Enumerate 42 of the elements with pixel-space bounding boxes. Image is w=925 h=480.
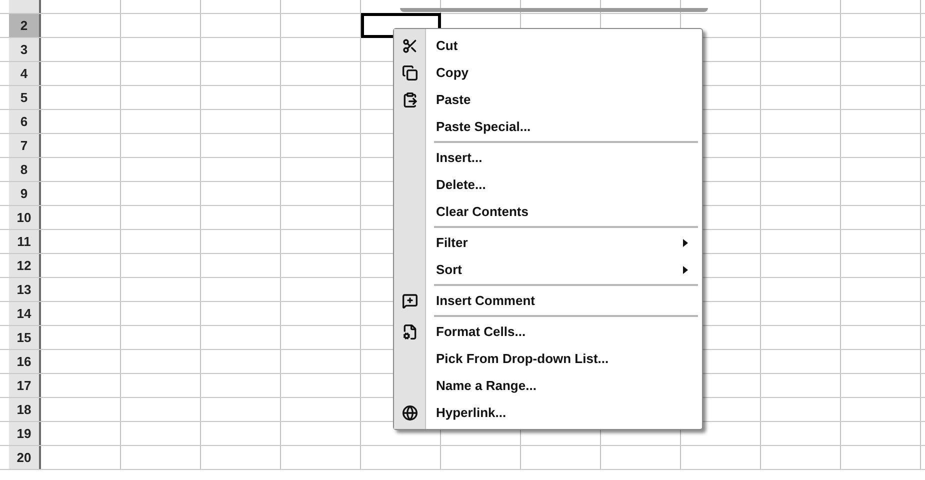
row-header[interactable]: 3 bbox=[9, 38, 41, 61]
menu-item[interactable]: Cut bbox=[394, 32, 702, 59]
row-header[interactable]: 8 bbox=[9, 158, 41, 181]
row-header[interactable]: 12 bbox=[9, 254, 41, 277]
row-header[interactable]: 6 bbox=[9, 110, 41, 133]
copy-icon bbox=[402, 64, 418, 80]
menu-item[interactable]: Format Cells... bbox=[394, 318, 702, 345]
menu-item[interactable]: Name a Range... bbox=[394, 372, 702, 399]
menu-item[interactable]: Clear Contents bbox=[394, 198, 702, 225]
row-header[interactable]: 7 bbox=[9, 134, 41, 157]
row-header[interactable]: 14 bbox=[9, 302, 41, 325]
document-gear-icon bbox=[402, 324, 418, 340]
menu-item[interactable]: Pick From Drop-down List... bbox=[394, 345, 702, 372]
row-header[interactable]: 11 bbox=[9, 230, 41, 253]
row-header[interactable]: 20 bbox=[9, 446, 41, 469]
menu-item[interactable]: Delete... bbox=[394, 171, 702, 198]
row-header[interactable]: 4 bbox=[9, 62, 41, 85]
row-header[interactable]: 9 bbox=[9, 182, 41, 205]
menu-item[interactable]: Filter bbox=[394, 229, 702, 256]
row-header[interactable]: 18 bbox=[9, 398, 41, 421]
row-header[interactable] bbox=[9, 0, 41, 13]
menu-item[interactable]: Paste bbox=[394, 86, 702, 113]
menu-item[interactable]: Insert Comment bbox=[394, 287, 702, 314]
globe-icon bbox=[402, 404, 418, 420]
submenu-arrow-icon bbox=[683, 238, 688, 246]
row-header[interactable]: 19 bbox=[9, 422, 41, 445]
menu-item[interactable]: Hyperlink... bbox=[394, 399, 702, 426]
row-header[interactable]: 2 bbox=[9, 14, 41, 37]
row-header[interactable]: 10 bbox=[9, 206, 41, 229]
row-header[interactable]: 5 bbox=[9, 86, 41, 109]
paste-icon bbox=[402, 92, 418, 108]
row-header[interactable]: 13 bbox=[9, 278, 41, 301]
row-header[interactable]: 17 bbox=[9, 374, 41, 397]
menu-item[interactable]: Copy bbox=[394, 59, 702, 86]
scissors-icon bbox=[402, 38, 418, 54]
row-header[interactable]: 15 bbox=[9, 326, 41, 349]
row-header[interactable]: 16 bbox=[9, 350, 41, 373]
menu-item[interactable]: Insert... bbox=[394, 144, 702, 171]
menu-item[interactable]: Paste Special... bbox=[394, 113, 702, 140]
submenu-arrow-icon bbox=[683, 266, 688, 274]
menu-item[interactable]: Sort bbox=[394, 256, 702, 283]
comment-icon bbox=[402, 292, 418, 308]
